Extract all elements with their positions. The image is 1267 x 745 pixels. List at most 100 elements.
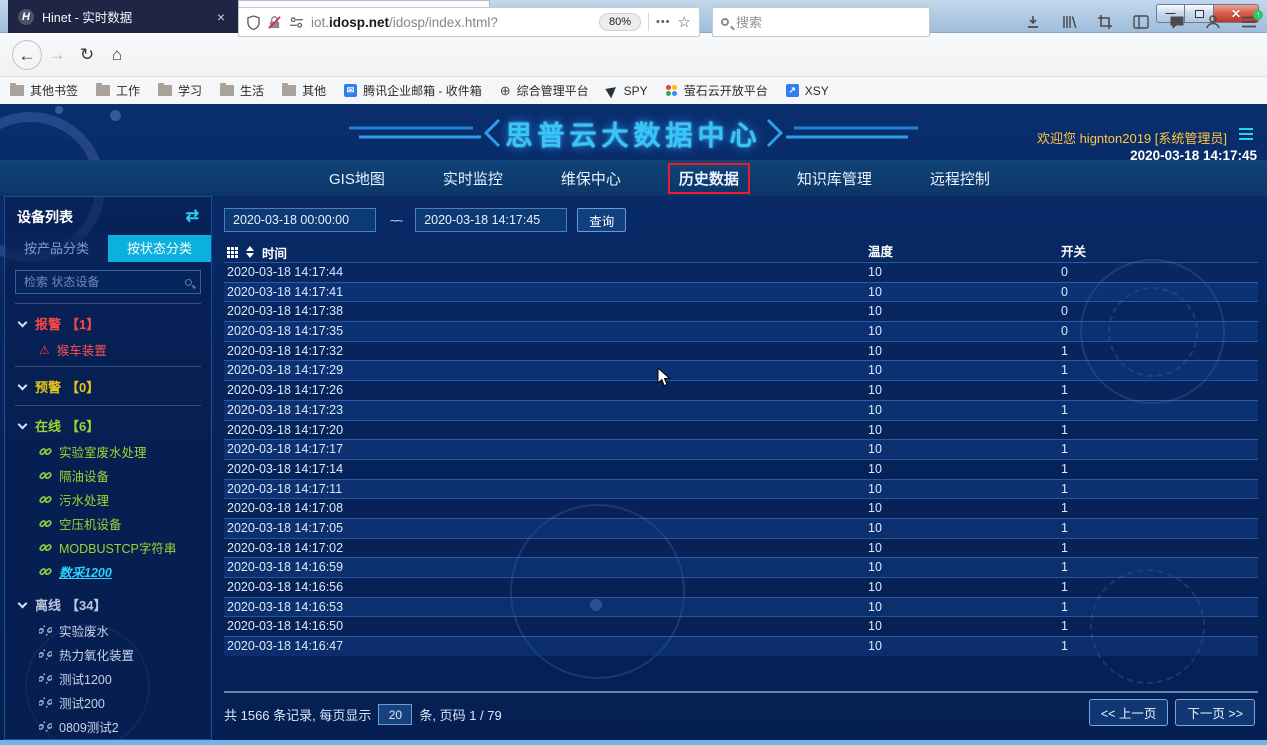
device-item[interactable]: 空压机设备 [39, 516, 211, 531]
table-row[interactable]: 2020-03-18 14:17:38 10 0 [224, 301, 1258, 321]
sidebar-tab[interactable]: 按产品分类 [5, 235, 108, 262]
messages-icon[interactable] [1169, 15, 1185, 30]
nav-tab[interactable]: 实时监控 [432, 163, 514, 194]
cell-switch: 1 [1061, 401, 1068, 421]
nav-tab[interactable]: 知识库管理 [786, 163, 883, 194]
bookmark-item[interactable]: 其他书签 [10, 82, 78, 99]
nav-tab[interactable]: 历史数据 [668, 163, 750, 194]
cell-switch: 0 [1061, 302, 1068, 322]
grid-icon[interactable] [227, 247, 230, 250]
device-item[interactable]: 实验废水 [39, 623, 211, 638]
nav-tab[interactable]: GIS地图 [318, 163, 396, 194]
menu-list-icon[interactable] [1239, 128, 1253, 140]
bookmark-label: 其他书签 [30, 82, 78, 99]
bookmark-item[interactable]: ↗ XSY [786, 84, 829, 98]
device-item[interactable]: 实验室废水处理 [39, 444, 211, 459]
bookmark-item[interactable]: SPY [607, 84, 648, 98]
device-item[interactable]: ⚠ 猴车装置 [39, 342, 211, 357]
cell-switch: 1 [1061, 598, 1068, 618]
table-row[interactable]: 2020-03-18 14:16:53 10 1 [224, 597, 1258, 617]
nav-tab[interactable]: 维保中心 [550, 163, 632, 194]
zoom-level-badge[interactable]: 80% [599, 13, 641, 31]
table-row[interactable]: 2020-03-18 14:17:20 10 1 [224, 420, 1258, 440]
table-row[interactable]: 2020-03-18 14:17:17 10 1 [224, 439, 1258, 459]
table-row[interactable]: 2020-03-18 14:17:32 10 1 [224, 341, 1258, 361]
search-bar[interactable] [712, 7, 930, 37]
cell-temperature: 10 [868, 440, 882, 460]
permissions-icon[interactable] [289, 16, 304, 29]
device-item[interactable]: 数采1200 [39, 564, 211, 579]
group-online[interactable]: 在线 【6】 [19, 416, 211, 435]
url-text[interactable]: iot.idosp.net/idosp/index.html? [311, 15, 592, 30]
search-input[interactable] [736, 15, 921, 30]
screenshot-icon[interactable] [1097, 14, 1113, 30]
device-item[interactable]: MODBUSTCP字符串 [39, 540, 211, 555]
end-datetime-input[interactable] [415, 208, 567, 232]
device-item[interactable]: 污水处理 [39, 492, 211, 507]
column-switch[interactable]: 开关 [1061, 242, 1086, 262]
page-size-input[interactable] [378, 704, 412, 725]
query-button[interactable]: 查询 [577, 208, 626, 232]
column-temperature[interactable]: 温度 [868, 242, 893, 262]
cell-temperature: 10 [868, 480, 882, 500]
table-row[interactable]: 2020-03-18 14:17:44 10 0 [224, 262, 1258, 282]
tab-close-icon[interactable]: × [214, 9, 228, 25]
forward-button[interactable]: → [42, 40, 72, 70]
insecure-lock-icon[interactable] [267, 15, 282, 30]
home-button[interactable]: ⌂ [102, 40, 132, 70]
table-row[interactable]: 2020-03-18 14:16:50 10 1 [224, 616, 1258, 636]
bookmark-item[interactable]: 其他 [282, 82, 326, 99]
bookmark-item[interactable]: 工作 [96, 82, 140, 99]
group-warning[interactable]: 预警 【0】 [19, 377, 211, 396]
device-item[interactable]: 测试1200 [39, 671, 211, 686]
page-actions-icon[interactable]: ••• [656, 16, 671, 28]
device-item[interactable]: 热力氧化装置 [39, 647, 211, 662]
nav-tab[interactable]: 远程控制 [919, 163, 1001, 194]
menu-icon[interactable]: ↑ [1241, 15, 1257, 29]
library-icon[interactable] [1061, 14, 1077, 30]
bookmark-icon [10, 85, 24, 96]
device-item[interactable]: 隔油设备 [39, 468, 211, 483]
table-row[interactable]: 2020-03-18 14:17:14 10 1 [224, 459, 1258, 479]
table-row[interactable]: 2020-03-18 14:17:11 10 1 [224, 479, 1258, 499]
table-row[interactable]: 2020-03-18 14:17:08 10 1 [224, 498, 1258, 518]
table-row[interactable]: 2020-03-18 14:17:05 10 1 [224, 518, 1258, 538]
account-icon[interactable] [1205, 14, 1221, 30]
bookmark-item[interactable]: 学习 [158, 82, 202, 99]
bookmark-item[interactable]: ⊕ 综合管理平台 [500, 82, 589, 99]
back-button[interactable]: ← [12, 40, 42, 70]
bookmark-item[interactable]: ✉ 腾讯企业邮箱 - 收件箱 [344, 82, 482, 99]
bookmark-star-icon[interactable]: ☆ [678, 13, 691, 31]
table-row[interactable]: 2020-03-18 14:17:02 10 1 [224, 538, 1258, 558]
sidebar-toggle-icon[interactable] [1133, 15, 1149, 29]
device-item[interactable]: 0809测试2 [39, 719, 211, 734]
bookmark-icon [158, 85, 172, 96]
group-alarm[interactable]: 报警 【1】 [19, 314, 211, 333]
swap-icon[interactable]: ⇄ [186, 210, 199, 224]
bookmark-item[interactable]: 生活 [220, 82, 264, 99]
table-row[interactable]: 2020-03-18 14:16:56 10 1 [224, 577, 1258, 597]
table-row[interactable]: 2020-03-18 14:17:23 10 1 [224, 400, 1258, 420]
table-row[interactable]: 2020-03-18 14:17:35 10 0 [224, 321, 1258, 341]
start-datetime-input[interactable] [224, 208, 376, 232]
device-search-box[interactable] [15, 270, 201, 294]
device-search-input[interactable] [24, 275, 185, 289]
table-row[interactable]: 2020-03-18 14:16:47 10 1 [224, 636, 1258, 656]
shield-icon[interactable] [247, 15, 260, 30]
table-row[interactable]: 2020-03-18 14:16:59 10 1 [224, 557, 1258, 577]
table-row[interactable]: 2020-03-18 14:17:41 10 0 [224, 282, 1258, 302]
bookmark-item[interactable]: 萤石云开放平台 [666, 82, 768, 99]
group-offline[interactable]: 离线 【34】 [19, 595, 211, 614]
table-row[interactable]: 2020-03-18 14:17:26 10 1 [224, 380, 1258, 400]
table-row[interactable]: 2020-03-18 14:17:29 10 1 [224, 360, 1258, 380]
sort-icon[interactable] [246, 246, 254, 258]
prev-page-button[interactable]: << 上一页 [1089, 699, 1169, 726]
column-time[interactable]: 时间 [262, 243, 287, 262]
sidebar-tab[interactable]: 按状态分类 [108, 235, 211, 262]
downloads-icon[interactable] [1025, 14, 1041, 30]
device-item[interactable]: 测试200 [39, 695, 211, 710]
address-bar[interactable]: iot.idosp.net/idosp/index.html? 80% ••• … [238, 7, 700, 37]
next-page-button[interactable]: 下一页 >> [1175, 699, 1255, 726]
refresh-button[interactable]: ↻ [72, 40, 102, 70]
browser-tab-hinet[interactable]: H Hinet - 实时数据 × [8, 0, 238, 33]
